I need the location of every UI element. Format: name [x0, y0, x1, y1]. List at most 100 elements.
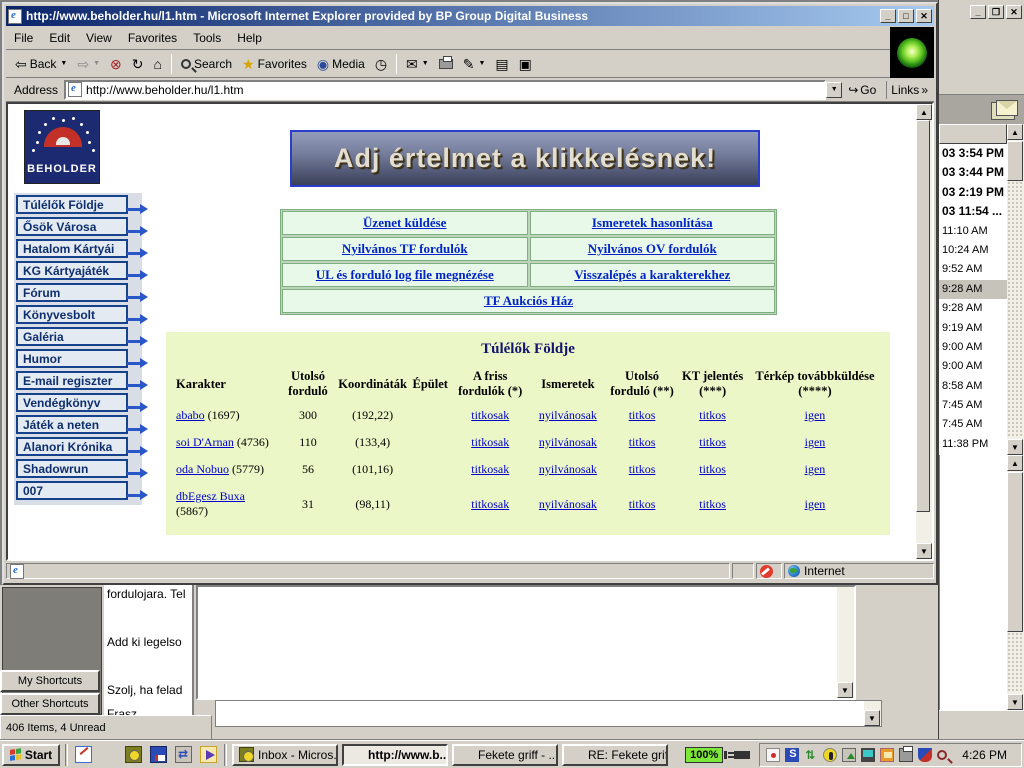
- outlook-restore-button[interactable]: ❐: [988, 5, 1004, 19]
- band-scrollbar[interactable]: ▼: [864, 701, 881, 726]
- fresh-turns-link[interactable]: titkosak: [471, 497, 509, 511]
- message-received-time[interactable]: 03 11:54 ...: [939, 202, 1007, 221]
- character-link[interactable]: oda Nobuo: [176, 462, 229, 476]
- message-received-time[interactable]: 9:28 AM: [939, 280, 1007, 299]
- character-link[interactable]: soi D'Arnan: [176, 435, 234, 449]
- outlook-reading-scrollbar[interactable]: ▲ ▼: [1007, 455, 1024, 710]
- menu-item[interactable]: Favorites: [120, 28, 185, 48]
- knowledge-link[interactable]: nyilvánosak: [539, 408, 597, 422]
- quick-launch-icon[interactable]: [73, 744, 94, 765]
- scroll-down-icon[interactable]: ▼: [864, 710, 880, 726]
- sidebar-item[interactable]: Ősök Városa: [16, 217, 128, 236]
- edit-dropdown-icon[interactable]: ▼: [478, 60, 485, 67]
- menu-item[interactable]: Help: [229, 28, 270, 48]
- message-received-time[interactable]: 7:45 AM: [939, 396, 1007, 415]
- quick-launch-icon[interactable]: [98, 744, 119, 765]
- edit-button[interactable]: ✎▼: [458, 55, 491, 73]
- outlook-minimize-button[interactable]: _: [970, 5, 986, 19]
- map-forward-link[interactable]: igen: [805, 497, 826, 511]
- sidebar-item[interactable]: E-mail regiszter: [16, 371, 128, 390]
- start-button[interactable]: Start: [2, 744, 60, 766]
- refresh-button[interactable]: ↻: [127, 55, 149, 73]
- tray-icon[interactable]: [880, 748, 894, 762]
- character-link[interactable]: dbEgesz Buxa: [176, 489, 245, 503]
- kt-report-link[interactable]: titkos: [699, 462, 726, 476]
- map-forward-link[interactable]: igen: [805, 435, 826, 449]
- banner-ad[interactable]: Adj értelmet a klikkelésnek!: [290, 130, 760, 187]
- message-received-time[interactable]: 9:00 AM: [939, 357, 1007, 376]
- quick-link[interactable]: Nyilvános TF fordulók: [342, 241, 468, 257]
- sidebar-item[interactable]: Hatalom Kártyái: [16, 239, 128, 258]
- scroll-down-icon[interactable]: ▼: [1007, 439, 1023, 455]
- message-received-time[interactable]: 9:19 AM: [939, 319, 1007, 338]
- last-turn-link[interactable]: titkos: [629, 497, 656, 511]
- scrollbar-thumb[interactable]: [1007, 141, 1023, 181]
- my-shortcuts-button[interactable]: My Shortcuts: [0, 670, 100, 692]
- sidebar-item[interactable]: Shadowrun: [16, 459, 128, 478]
- scroll-up-icon[interactable]: ▲: [1007, 124, 1023, 140]
- message-received-time[interactable]: 9:52 AM: [939, 260, 1007, 279]
- kt-report-link[interactable]: titkos: [699, 497, 726, 511]
- tray-icon[interactable]: [823, 748, 837, 762]
- ie-close-button[interactable]: ✕: [916, 9, 932, 23]
- page-scrollbar[interactable]: ▲ ▼: [916, 104, 932, 559]
- tray-icon[interactable]: [918, 748, 932, 762]
- message-received-time[interactable]: 8:58 AM: [939, 377, 1007, 396]
- taskbar-clock[interactable]: 4:26 PM: [952, 748, 1013, 762]
- address-dropdown-icon[interactable]: ▼: [826, 82, 842, 98]
- fresh-turns-link[interactable]: titkosak: [471, 435, 509, 449]
- quick-launch-icon[interactable]: [123, 744, 144, 765]
- beholder-logo[interactable]: BEHOLDER: [24, 110, 100, 184]
- task-button[interactable]: http://www.b...: [342, 744, 448, 766]
- sidebar-item[interactable]: Galéria: [16, 327, 128, 346]
- scroll-up-icon[interactable]: ▲: [916, 104, 932, 120]
- history-button[interactable]: ◷: [370, 55, 392, 73]
- mail-button[interactable]: ✉▼: [401, 55, 434, 73]
- sidebar-item[interactable]: Vendégkönyv: [16, 393, 128, 412]
- quick-link[interactable]: Ismeretek hasonlítása: [592, 215, 713, 231]
- scroll-down-icon[interactable]: ▼: [916, 543, 932, 559]
- quick-link[interactable]: UL és forduló log file megnézése: [316, 267, 494, 283]
- last-turn-link[interactable]: titkos: [629, 435, 656, 449]
- tray-icon[interactable]: [937, 750, 947, 760]
- character-link[interactable]: ababo: [176, 408, 205, 422]
- go-button[interactable]: ↪Go: [842, 81, 882, 99]
- home-button[interactable]: ⌂: [149, 55, 167, 73]
- quick-link[interactable]: Visszalépés a karakterekhez: [574, 267, 730, 283]
- quick-link[interactable]: Nyilvános OV fordulók: [588, 241, 717, 257]
- stop-button[interactable]: ⊗: [105, 55, 127, 73]
- sidebar-item[interactable]: Fórum: [16, 283, 128, 302]
- back-button[interactable]: ⇦Back▼: [10, 55, 72, 73]
- message-received-time[interactable]: 11:38 PM: [939, 435, 1007, 454]
- favorites-button[interactable]: ★Favorites: [237, 55, 312, 73]
- other-shortcuts-button[interactable]: Other Shortcuts: [0, 693, 100, 715]
- sidebar-item[interactable]: KG Kártyajáték: [16, 261, 128, 280]
- sidebar-item[interactable]: Humor: [16, 349, 128, 368]
- outlook-close-button[interactable]: ✕: [1006, 5, 1022, 19]
- search-button[interactable]: Search: [176, 55, 237, 73]
- sidebar-item[interactable]: Alanori Krónika: [16, 437, 128, 456]
- quick-link[interactable]: TF Aukciós Ház: [484, 293, 573, 309]
- tray-icon[interactable]: [785, 748, 799, 762]
- quick-launch-icon[interactable]: [173, 744, 194, 765]
- knowledge-link[interactable]: nyilvánosak: [539, 497, 597, 511]
- task-button[interactable]: Inbox - Micros...: [232, 744, 338, 766]
- message-received-time[interactable]: 9:00 AM: [939, 338, 1007, 357]
- task-button[interactable]: Fekete griff - ...: [452, 744, 558, 766]
- fresh-turns-link[interactable]: titkosak: [471, 462, 509, 476]
- task-button[interactable]: RE: Fekete grif...: [562, 744, 668, 766]
- scroll-down-icon[interactable]: ▼: [837, 682, 853, 698]
- menu-item[interactable]: Edit: [41, 28, 78, 48]
- forward-button[interactable]: ⇨▼: [72, 55, 105, 73]
- message-received-time[interactable]: 03 3:54 PM: [939, 144, 1007, 163]
- map-forward-link[interactable]: igen: [805, 408, 826, 422]
- mail-dropdown-icon[interactable]: ▼: [422, 60, 429, 67]
- print-button[interactable]: [434, 57, 458, 71]
- message-received-time[interactable]: 03 3:44 PM: [939, 163, 1007, 182]
- fresh-turns-link[interactable]: titkosak: [471, 408, 509, 422]
- message-received-time[interactable]: 9:28 AM: [939, 299, 1007, 318]
- quick-link[interactable]: Üzenet küldése: [363, 215, 446, 231]
- tray-icon[interactable]: [842, 748, 856, 762]
- last-turn-link[interactable]: titkos: [629, 462, 656, 476]
- message-received-time[interactable]: 11:10 AM: [939, 222, 1007, 241]
